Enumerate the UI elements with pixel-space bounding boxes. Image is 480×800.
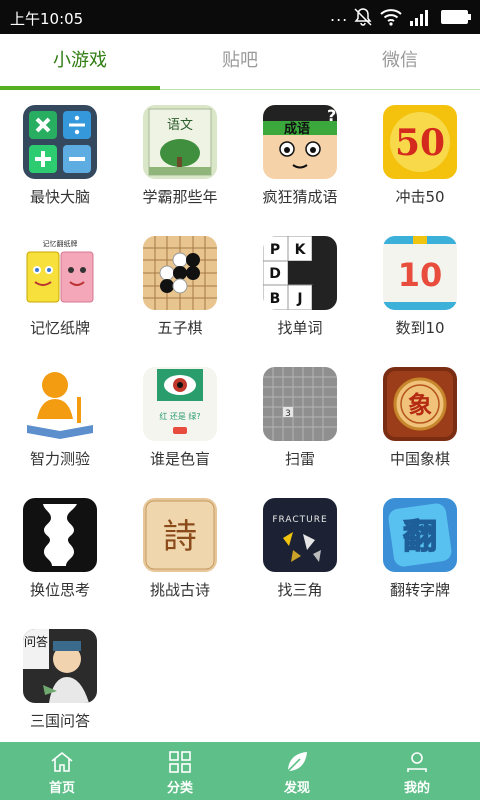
app-label: 最快大脑 (29, 188, 90, 206)
flip-char-icon: 翻 (383, 498, 457, 572)
math-operators-icon (23, 105, 97, 179)
idiom-face-icon: 成语 ? (263, 105, 337, 179)
app-label: 五子棋 (157, 319, 203, 337)
status-time: 上午10:05 (10, 10, 84, 28)
tab-label: 贴吧 (222, 50, 258, 71)
wifi-icon (380, 9, 402, 26)
idiom-headband-text: 成语 (284, 121, 310, 137)
app-item[interactable]: 50 冲击50 (360, 90, 480, 221)
bottom-nav: 首页 分类 发现 我的 (0, 742, 480, 800)
app-item[interactable]: 记忆翻纸牌 记忆纸牌 (0, 221, 120, 352)
app-item[interactable]: 五子棋 (120, 221, 240, 352)
app-label: 中国象棋 (389, 450, 450, 468)
app-item[interactable]: 智力测验 (0, 352, 120, 483)
letter-d: D (269, 266, 281, 282)
tab-tieba[interactable]: 贴吧 (160, 34, 320, 90)
app-item[interactable]: 詩 挑战古诗 (120, 483, 240, 614)
nav-categories[interactable]: 分类 (120, 742, 240, 800)
app-item[interactable]: 换位思考 (0, 483, 120, 614)
app-label: 谁是色盲 (149, 450, 210, 468)
vase-faces-icon (23, 498, 97, 572)
number-50-text: 50 (395, 122, 445, 164)
app-label: 疯狂猜成语 (262, 188, 338, 206)
signal-icon (410, 10, 428, 26)
memory-cards-title: 记忆翻纸牌 (43, 239, 78, 248)
app-item[interactable]: 红 还是 绿? 谁是色盲 (120, 352, 240, 483)
thinker-icon (23, 367, 97, 441)
letter-j: J (296, 291, 302, 307)
app-item[interactable]: 语文 学霸那些年 (120, 90, 240, 221)
fracture-title: FRACTURE (272, 515, 327, 525)
nav-label: 发现 (283, 781, 310, 796)
home-icon (51, 751, 73, 772)
eye-test-icon: 红 还是 绿? (143, 367, 217, 441)
app-label: 扫雷 (284, 450, 315, 468)
app-item[interactable]: 象 中国象棋 (360, 352, 480, 483)
mute-bell-icon (354, 8, 372, 26)
app-label: 智力测验 (29, 450, 90, 468)
app-label: 数到10 (395, 319, 445, 337)
app-item[interactable]: 最快大脑 (0, 90, 120, 221)
letter-k: K (295, 242, 307, 258)
grid-icon (169, 751, 191, 773)
minesweeper-icon: 3 (263, 367, 337, 441)
letter-p: P (270, 242, 280, 258)
tab-wechat[interactable]: 微信 (320, 34, 480, 90)
status-bar: 上午10:05 ... (0, 0, 480, 34)
minesweeper-number: 3 (285, 409, 291, 419)
nav-home[interactable]: 首页 (2, 742, 122, 800)
app-label: 换位思考 (29, 581, 90, 599)
flip-character: 翻 (403, 517, 437, 557)
app-label: 冲击50 (395, 188, 445, 206)
nav-label: 首页 (48, 781, 75, 796)
app-item[interactable]: 10 数到10 (360, 221, 480, 352)
gomoku-icon (143, 236, 217, 310)
nav-label: 分类 (166, 781, 193, 796)
tab-mini-games[interactable]: 小游戏 (0, 34, 160, 90)
three-kingdoms-text: 问答 (24, 634, 48, 649)
app-item[interactable]: 翻 翻转字牌 (360, 483, 480, 614)
number-50-icon: 50 (383, 105, 457, 179)
chinese-chess-icon: 象 (383, 367, 457, 441)
nav-profile[interactable]: 我的 (357, 742, 477, 800)
chess-piece-character: 象 (408, 390, 432, 419)
fracture-icon: FRACTURE (263, 498, 337, 572)
nav-label: 我的 (403, 781, 430, 796)
letter-grid-icon: P K D B J (263, 236, 337, 310)
letter-b: B (270, 291, 281, 307)
app-item[interactable]: 3 扫雷 (240, 352, 360, 483)
app-label: 找单词 (277, 319, 323, 337)
app-label: 找三角 (277, 581, 323, 599)
app-item[interactable]: P K D B J 找单词 (240, 221, 360, 352)
user-icon (407, 752, 427, 772)
nav-discover[interactable]: 发现 (237, 742, 357, 800)
number-10-icon: 10 (383, 236, 457, 310)
eye-test-question: 红 还是 绿? (159, 411, 200, 421)
app-label: 翻转字牌 (389, 581, 450, 599)
svg-text:?: ? (327, 106, 336, 125)
app-item[interactable]: FRACTURE 找三角 (240, 483, 360, 614)
three-kingdoms-icon: 问答 (23, 629, 97, 703)
memory-cards-icon: 记忆翻纸牌 (23, 236, 97, 310)
battery-icon (441, 10, 471, 24)
more-notifications-icon: ... (330, 6, 349, 25)
app-label: 挑战古诗 (149, 581, 210, 599)
app-label: 学霸那些年 (142, 188, 218, 206)
app-label: 记忆纸牌 (29, 319, 90, 337)
tab-label: 微信 (382, 50, 418, 71)
textbook-title: 语文 (167, 118, 193, 133)
app-item[interactable]: 成语 ? 疯狂猜成语 (240, 90, 360, 221)
top-tab-bar: 小游戏 贴吧 微信 (0, 34, 480, 90)
poem-icon: 詩 (143, 498, 217, 572)
number-10-text: 10 (398, 256, 443, 294)
poem-character: 詩 (163, 517, 197, 557)
tab-label: 小游戏 (53, 50, 107, 71)
app-label: 三国问答 (29, 712, 90, 730)
textbook-icon: 语文 (143, 105, 217, 179)
leaf-icon (287, 752, 307, 772)
app-item[interactable]: 问答 三国问答 (0, 614, 120, 745)
